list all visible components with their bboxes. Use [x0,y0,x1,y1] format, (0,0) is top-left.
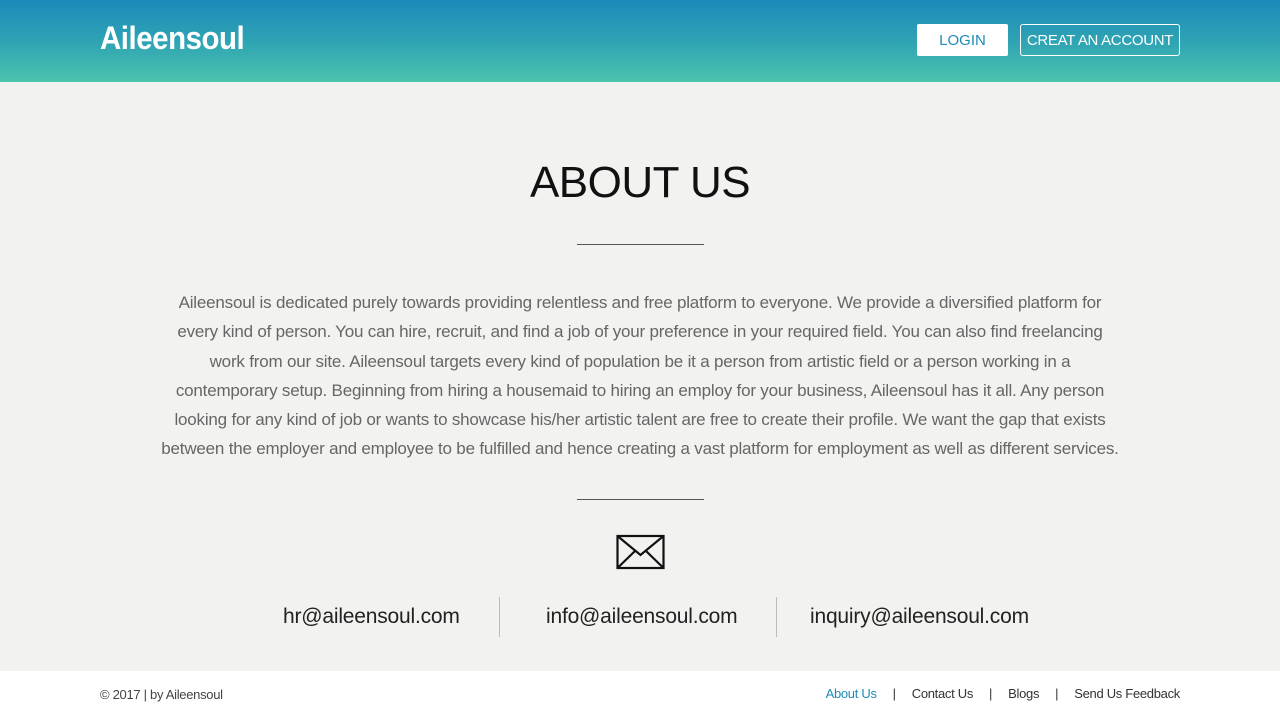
page-title: ABOUT US [529,158,751,207]
footer-link-send-feedback[interactable]: Send Us Feedback [1074,686,1180,701]
footer-link-contact-us[interactable]: Contact Us [912,686,974,701]
envelope-icon [616,534,665,570]
site-footer: © 2017 | by Aileensoul About Us | Contac… [0,671,1280,720]
email-separator [776,597,777,637]
site-header: Aileensoul LOGIN CREAT AN ACCOUNT [0,0,1280,82]
contact-emails: hr@aileensoul.com info@aileensoul.com in… [0,597,1280,637]
title-divider [577,244,704,245]
email-info-link[interactable]: info@aileensoul.com [546,605,738,629]
copyright-text: © 2017 | by Aileensoul [100,687,223,702]
site-logo[interactable]: Aileensoul [100,20,245,57]
create-account-button[interactable]: CREAT AN ACCOUNT [1020,24,1180,56]
footer-nav: About Us | Contact Us | Blogs | Send Us … [826,686,1181,701]
footer-separator: | [892,686,896,701]
footer-link-blogs[interactable]: Blogs [1008,686,1039,701]
footer-separator: | [1055,686,1059,701]
email-hr-link[interactable]: hr@aileensoul.com [283,605,460,629]
section-divider [577,499,704,500]
login-button[interactable]: LOGIN [917,24,1008,56]
email-separator [499,597,500,637]
about-description: Aileensoul is dedicated purely towards p… [161,293,1119,459]
email-inquiry-link[interactable]: inquiry@aileensoul.com [810,605,1029,629]
footer-link-about-us[interactable]: About Us [826,686,877,701]
footer-separator: | [989,686,993,701]
